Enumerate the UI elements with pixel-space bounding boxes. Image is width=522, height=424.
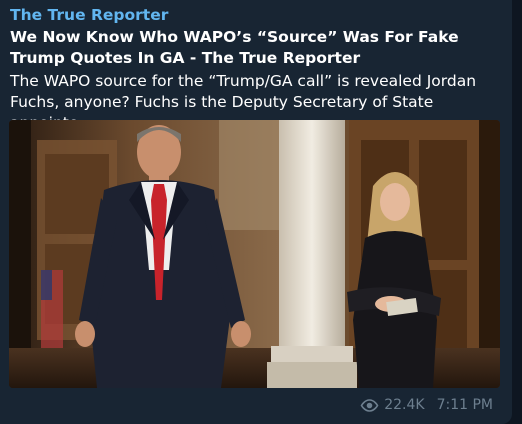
message-meta: 22.4K 7:11 PM — [360, 396, 493, 414]
message-bubble: The True Reporter We Now Know Who WAPO’s… — [0, 0, 512, 424]
link-preview-image[interactable] — [9, 120, 500, 388]
view-count: 22.4K — [384, 397, 425, 413]
link-preview-title[interactable]: We Now Know Who WAPO’s “Source” Was For … — [10, 27, 505, 68]
channel-name[interactable]: The True Reporter — [10, 5, 168, 25]
eye-icon — [360, 398, 379, 412]
message-time: 7:11 PM — [436, 397, 493, 413]
